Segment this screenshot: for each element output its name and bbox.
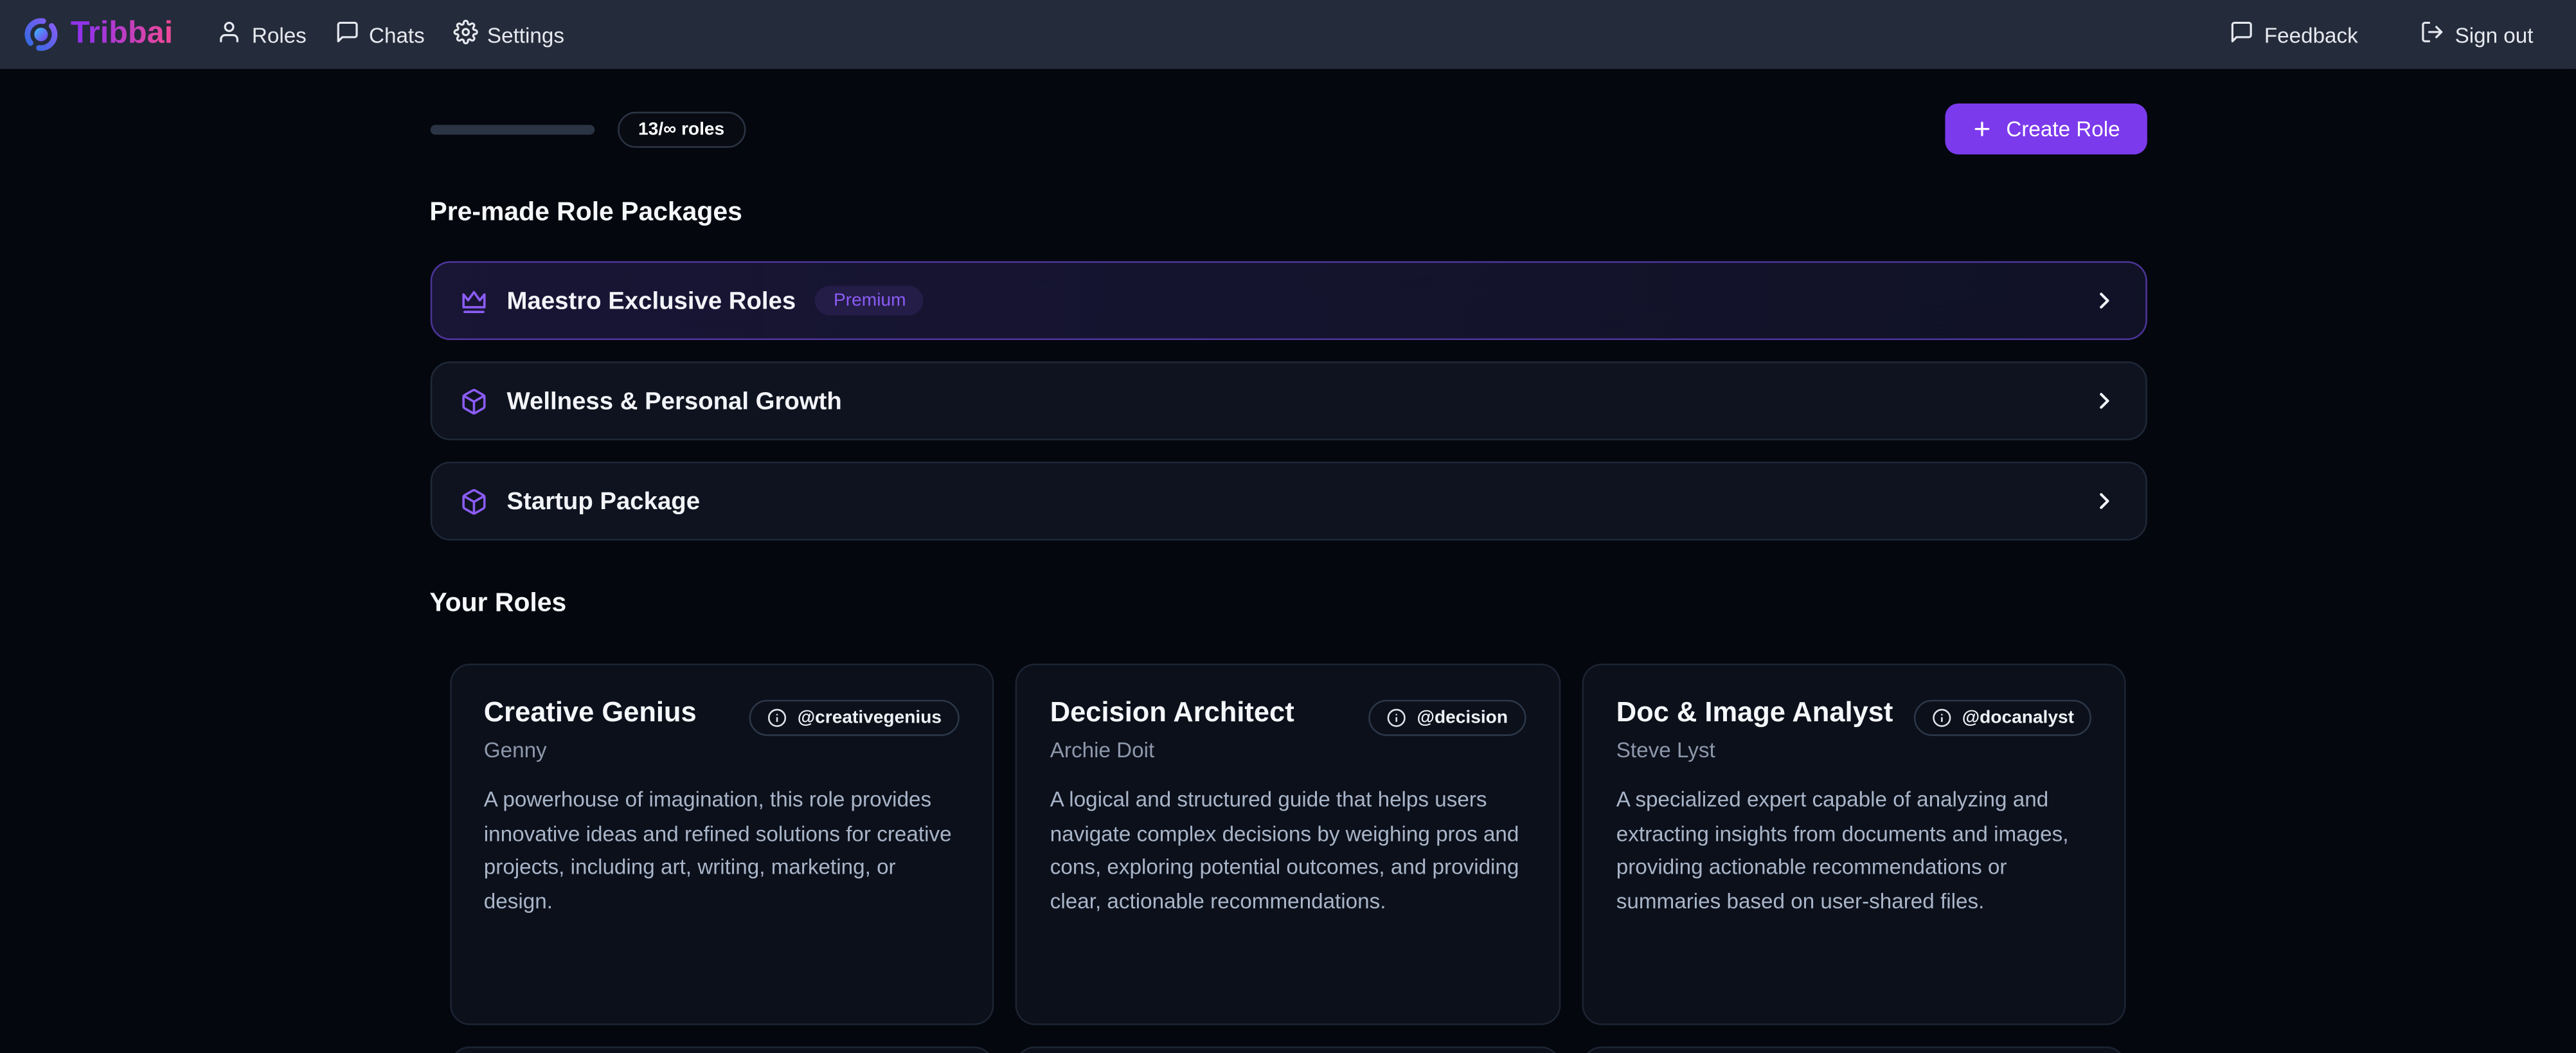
chat-icon	[334, 20, 359, 50]
role-title: Doc & Image Analyst	[1616, 696, 1893, 729]
primary-nav: Roles Chats Settings	[217, 20, 564, 50]
role-card-header: Decision Architect Archie Doit @decision	[1050, 696, 1526, 762]
role-handle-badge[interactable]: @creativegenius	[750, 700, 960, 736]
feedback-icon	[2230, 20, 2254, 50]
role-card-doc-image-analyst[interactable]: Doc & Image Analyst Steve Lyst @docanaly…	[1582, 663, 2127, 1025]
main-content: 13/∞ roles Create Role Pre-made Role Pac…	[429, 69, 2146, 1053]
nav-item-chats[interactable]: Chats	[334, 20, 425, 50]
role-card-titles: Decision Architect Archie Doit	[1050, 696, 1294, 762]
roles-grid: Creative Genius Genny @creativegenius A …	[429, 663, 2146, 1025]
role-card-titles: Creative Genius Genny	[484, 696, 697, 762]
packages-section-title: Pre-made Role Packages	[429, 199, 2146, 228]
role-handle: @docanalyst	[1962, 708, 2074, 728]
role-card-header: Creative Genius Genny @creativegenius	[484, 696, 960, 762]
role-card-header: Doc & Image Analyst Steve Lyst @docanaly…	[1616, 696, 2092, 762]
roles-grid-partial	[429, 1047, 2146, 1053]
roles-progress-bar	[429, 124, 594, 134]
role-card-decision-architect[interactable]: Decision Architect Archie Doit @decision…	[1015, 663, 1561, 1025]
package-row-maestro[interactable]: Maestro Exclusive Roles Premium	[429, 261, 2146, 340]
role-subtitle: Genny	[484, 737, 697, 762]
role-card-partial[interactable]	[1015, 1047, 1561, 1053]
signout-label: Sign out	[2455, 22, 2534, 46]
package-name: Wellness & Personal Growth	[507, 387, 842, 415]
info-icon	[768, 708, 788, 728]
role-card-creative-genius[interactable]: Creative Genius Genny @creativegenius A …	[449, 663, 994, 1025]
gear-icon	[452, 20, 477, 50]
role-description: A logical and structured guide that help…	[1050, 784, 1526, 919]
chevron-right-icon	[2091, 287, 2117, 314]
navbar: Tribbai Roles Chats	[0, 0, 2576, 69]
package-name: Maestro Exclusive Roles	[507, 287, 796, 314]
your-roles-section-title: Your Roles	[429, 590, 2146, 619]
brand-logo-icon	[23, 17, 59, 53]
role-subtitle: Steve Lyst	[1616, 737, 1893, 762]
role-card-partial[interactable]	[1582, 1047, 2127, 1053]
package-name: Startup Package	[507, 487, 700, 515]
info-icon	[1388, 708, 1408, 728]
package-row-wellness[interactable]: Wellness & Personal Growth	[429, 361, 2146, 440]
user-icon	[217, 20, 242, 50]
role-description: A powerhouse of imagination, this role p…	[484, 784, 960, 919]
role-description: A specialized expert capable of analyzin…	[1616, 784, 2092, 919]
create-role-button[interactable]: Create Role	[1945, 104, 2147, 154]
role-handle-badge[interactable]: @decision	[1369, 700, 1526, 736]
role-handle: @decision	[1417, 708, 1508, 728]
package-icon	[459, 487, 487, 515]
package-icon	[459, 387, 487, 415]
package-row-startup[interactable]: Startup Package	[429, 462, 2146, 541]
nav-label: Roles	[252, 22, 307, 46]
feedback-label: Feedback	[2264, 22, 2358, 46]
nav-label: Settings	[487, 22, 564, 46]
chevron-right-icon	[2091, 388, 2117, 414]
chevron-right-icon	[2091, 488, 2117, 514]
feedback-button[interactable]: Feedback	[2230, 20, 2358, 50]
nav-item-roles[interactable]: Roles	[217, 20, 307, 50]
role-card-titles: Doc & Image Analyst Steve Lyst	[1616, 696, 1893, 762]
brand-name: Tribbai	[71, 17, 173, 53]
roles-count-badge: 13/∞ roles	[617, 111, 746, 147]
role-handle-badge[interactable]: @docanalyst	[1915, 700, 2093, 736]
roles-toolbar: 13/∞ roles Create Role	[429, 104, 2146, 154]
nav-item-settings[interactable]: Settings	[452, 20, 564, 50]
info-icon	[1933, 708, 1953, 728]
role-card-partial[interactable]	[449, 1047, 994, 1053]
signout-icon	[2420, 20, 2445, 50]
navbar-right: Feedback Sign out	[2230, 20, 2533, 50]
premium-badge: Premium	[816, 286, 924, 316]
role-title: Creative Genius	[484, 696, 697, 729]
nav-label: Chats	[369, 22, 425, 46]
brand[interactable]: Tribbai	[23, 17, 173, 53]
plus-icon	[1972, 118, 1993, 140]
crown-icon	[459, 287, 487, 314]
role-subtitle: Archie Doit	[1050, 737, 1294, 762]
signout-button[interactable]: Sign out	[2420, 20, 2534, 50]
role-handle: @creativegenius	[798, 708, 942, 728]
app-root: Tribbai Roles Chats	[0, 0, 2576, 1053]
create-role-label: Create Role	[2006, 116, 2120, 141]
role-title: Decision Architect	[1050, 696, 1294, 729]
